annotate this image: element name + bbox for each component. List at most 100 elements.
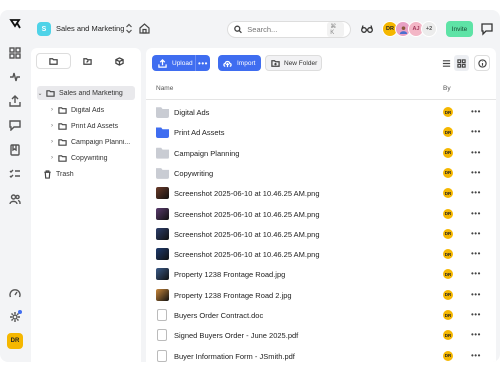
file-name[interactable]: Property 1238 Frontage Road 2.jpg <box>174 291 292 300</box>
image-thumbnail <box>156 187 169 200</box>
image-thumbnail <box>156 288 169 301</box>
file-name[interactable]: Copywriting <box>174 169 213 178</box>
folder-icon <box>58 122 67 130</box>
file-name[interactable]: Buyer Information Form - JSmith.pdf <box>174 352 295 361</box>
file-name[interactable]: Screenshot 2025-06-10 at 10.46.25 AM.png <box>174 210 320 219</box>
row-more-icon[interactable]: ••• <box>471 127 481 136</box>
tree-item-campaign-planning[interactable]: › Campaign Planni... <box>49 135 135 149</box>
tree-item-digital-ads[interactable]: › Digital Ads <box>49 103 135 117</box>
messages-icon[interactable] <box>8 118 22 132</box>
tree-item-label: Digital Ads <box>71 106 105 114</box>
tree-item-copywriting[interactable]: › Copywriting <box>49 151 135 165</box>
more-collaborators-badge[interactable]: +2 <box>421 21 437 37</box>
file-name[interactable]: Buyers Order Contract.doc <box>174 311 263 320</box>
tab-shared[interactable] <box>71 53 104 69</box>
file-name[interactable]: Digital Ads <box>174 108 209 117</box>
search-shortcut: ⌘ K <box>327 22 344 37</box>
folder-icon <box>58 106 67 114</box>
file-name[interactable]: Signed Buyers Order - June 2025.pdf <box>174 331 298 340</box>
workspace-name[interactable]: Sales and Marketing <box>56 24 124 33</box>
tab-packages[interactable] <box>103 53 136 69</box>
user-avatar[interactable]: DR <box>7 333 23 349</box>
invite-button[interactable]: Invite <box>446 21 473 37</box>
owner-avatar: DR <box>443 188 453 199</box>
tab-folders[interactable] <box>36 53 71 69</box>
upload-button[interactable]: Upload ••• <box>152 55 210 71</box>
tree-item-label: Campaign Planni... <box>71 138 131 146</box>
table-row[interactable]: Print Ad Assets DR ••• <box>146 122 496 142</box>
owner-avatar: DR <box>443 107 453 117</box>
folder-icon <box>156 107 169 118</box>
row-more-icon[interactable]: ••• <box>471 168 481 177</box>
file-name[interactable]: Screenshot 2025-06-10 at 10.46.25 AM.png <box>174 189 320 198</box>
table-row[interactable]: Buyers Order Contract.doc DR ••• <box>146 305 496 325</box>
folder-open-icon <box>46 89 55 97</box>
tree-item-trash[interactable]: Trash <box>43 167 133 181</box>
table-row[interactable]: Screenshot 2025-06-10 at 10.46.25 AM.png… <box>146 204 496 224</box>
table-row[interactable]: Screenshot 2025-06-10 at 10.46.25 AM.png… <box>146 183 496 203</box>
file-name[interactable]: Screenshot 2025-06-10 at 10.46.25 AM.png <box>174 230 320 239</box>
table-row[interactable]: Campaign Planning DR ••• <box>146 143 496 163</box>
app-logo-icon[interactable] <box>8 16 22 30</box>
table-row[interactable]: Property 1238 Frontage Road 2.jpg DR ••• <box>146 285 496 305</box>
table-row[interactable]: Screenshot 2025-06-10 at 10.46.25 AM.png… <box>146 224 496 244</box>
caret-right-icon[interactable]: › <box>49 139 55 145</box>
table-row[interactable]: Property 1238 Frontage Road.jpg DR ••• <box>146 264 496 284</box>
search-bar[interactable]: ⌘ K <box>227 21 351 38</box>
caret-down-icon[interactable]: ⌄ <box>37 90 43 97</box>
row-more-icon[interactable]: ••• <box>471 107 481 116</box>
folder-plus-icon <box>271 59 280 67</box>
chat-icon[interactable] <box>480 22 494 36</box>
grid-view-button[interactable] <box>454 55 469 71</box>
row-more-icon[interactable]: ••• <box>471 209 481 218</box>
row-more-icon[interactable]: ••• <box>471 330 481 339</box>
search-input[interactable] <box>247 25 328 34</box>
tree-item-label: Sales and Marketing <box>59 89 123 97</box>
tasks-icon[interactable] <box>8 167 22 181</box>
file-name[interactable]: Screenshot 2025-06-10 at 10.46.25 AM.png <box>174 250 320 259</box>
import-button[interactable]: Import <box>218 55 261 71</box>
file-name[interactable]: Print Ad Assets <box>174 128 224 137</box>
file-name[interactable]: Campaign Planning <box>174 149 239 158</box>
column-header-by[interactable]: By <box>443 85 451 92</box>
info-button[interactable] <box>474 55 490 71</box>
dashboard-icon[interactable] <box>8 46 22 60</box>
activity-icon[interactable] <box>8 70 22 84</box>
new-folder-button[interactable]: New Folder <box>265 55 322 71</box>
collaborator-avatars[interactable]: DR AJ +2 <box>382 21 437 37</box>
folder-icon <box>58 154 67 162</box>
caret-right-icon[interactable]: › <box>49 155 55 161</box>
row-more-icon[interactable]: ••• <box>471 310 481 319</box>
header-divider <box>146 99 496 100</box>
row-more-icon[interactable]: ••• <box>471 351 481 360</box>
book-icon[interactable] <box>8 143 22 157</box>
glasses-icon[interactable] <box>361 24 373 34</box>
column-header-name[interactable]: Name <box>156 85 173 92</box>
tree-item-root[interactable]: ⌄ Sales and Marketing <box>37 86 135 100</box>
row-more-icon[interactable]: ••• <box>471 269 481 278</box>
list-view-button[interactable] <box>439 55 454 71</box>
table-row[interactable]: Screenshot 2025-06-10 at 10.46.25 AM.png… <box>146 244 496 264</box>
workspace-badge[interactable]: S <box>37 22 51 36</box>
upload-tray-icon[interactable] <box>8 94 22 108</box>
people-icon[interactable] <box>8 192 22 206</box>
row-more-icon[interactable]: ••• <box>471 290 481 299</box>
row-more-icon[interactable]: ••• <box>471 249 481 258</box>
speedometer-icon[interactable] <box>8 287 22 301</box>
owner-avatar: DR <box>443 147 453 158</box>
tree-item-print-ad-assets[interactable]: › Print Ad Assets <box>49 119 135 133</box>
table-row[interactable]: Signed Buyers Order - June 2025.pdf DR ••• <box>146 325 496 345</box>
file-name[interactable]: Property 1238 Frontage Road.jpg <box>174 270 285 279</box>
chevron-updown-icon[interactable] <box>125 23 133 34</box>
row-more-icon[interactable]: ••• <box>471 148 481 157</box>
upload-more-button[interactable]: ••• <box>195 55 210 71</box>
row-more-icon[interactable]: ••• <box>471 188 481 197</box>
table-row[interactable]: Digital Ads DR ••• <box>146 102 496 122</box>
home-icon[interactable] <box>139 23 150 34</box>
caret-right-icon[interactable]: › <box>49 107 55 113</box>
caret-right-icon[interactable]: › <box>49 123 55 129</box>
settings-sparkle-icon[interactable] <box>8 310 22 324</box>
table-row[interactable]: Copywriting DR ••• <box>146 163 496 183</box>
table-row[interactable]: Buyer Information Form - JSmith.pdf DR ••• <box>146 346 496 362</box>
row-more-icon[interactable]: ••• <box>471 229 481 238</box>
